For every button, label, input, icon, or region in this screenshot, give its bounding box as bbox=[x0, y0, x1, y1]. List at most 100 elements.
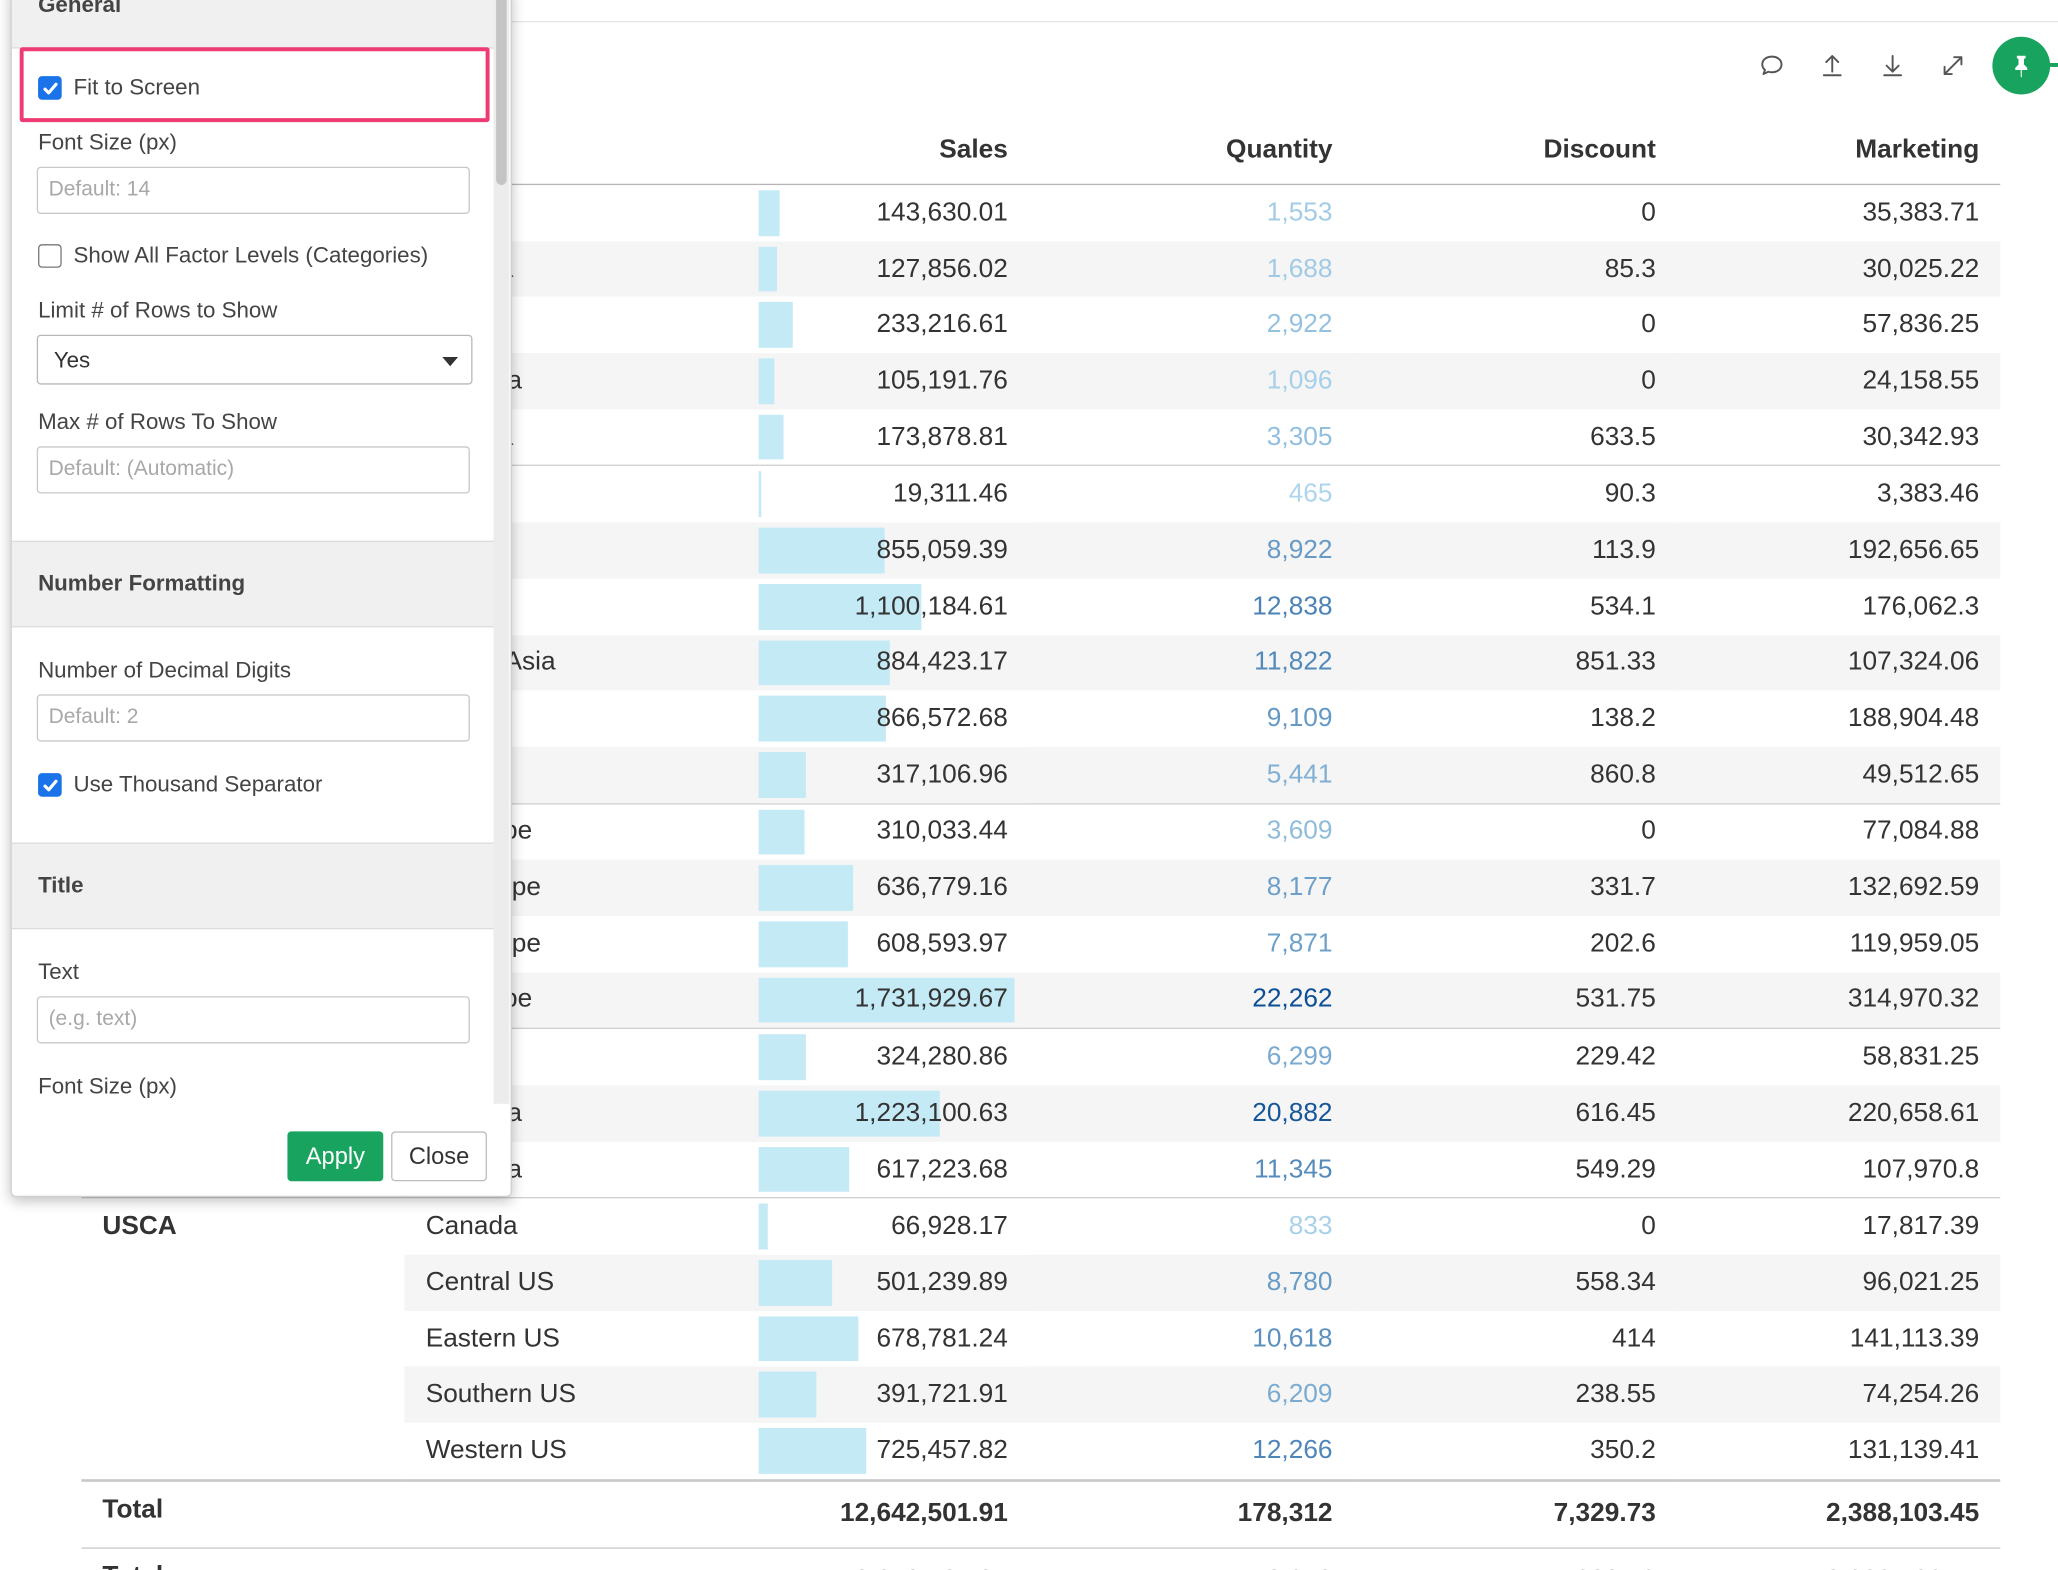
subregion-cell: Central US bbox=[404, 1254, 759, 1311]
sales-bar bbox=[758, 1204, 769, 1250]
subregion-cell: Eastern US bbox=[425, 1323, 560, 1353]
sales-value: 391,721.91 bbox=[876, 1379, 1008, 1409]
discount-cell: 549.29 bbox=[1575, 1154, 1656, 1184]
sales-value: 19,311.46 bbox=[893, 479, 1008, 509]
checkbox-unchecked-icon[interactable] bbox=[38, 244, 62, 268]
expand-icon[interactable] bbox=[1927, 42, 1980, 89]
marketing-cell: 17,817.39 bbox=[1676, 1197, 2001, 1255]
sales-bar bbox=[758, 190, 780, 236]
sales-value: 617,223.68 bbox=[876, 1154, 1008, 1184]
sales-value: 1,100,184.61 bbox=[854, 591, 1008, 621]
sales-value: 317,106.96 bbox=[876, 759, 1008, 789]
checkbox-checked-icon[interactable] bbox=[38, 773, 62, 797]
thousand-separator-checkbox[interactable]: Use Thousand Separator bbox=[38, 772, 322, 798]
font-size-input[interactable] bbox=[36, 166, 470, 214]
general-section-title: General bbox=[38, 0, 122, 18]
marketing-cell: 132,692.59 bbox=[1676, 860, 2001, 917]
sales-cell: 310,033.44 bbox=[758, 802, 1029, 861]
sales-cell: 127,856.02 bbox=[758, 241, 1029, 298]
discount-cell: 414 bbox=[1612, 1323, 1656, 1353]
quantity-cell: 465 bbox=[1028, 465, 1354, 523]
comment-icon[interactable] bbox=[1746, 42, 1799, 89]
sales-cell: 173,878.81 bbox=[758, 409, 1029, 466]
total-label: Total bbox=[81, 1478, 405, 1548]
sales-bar bbox=[758, 1034, 807, 1081]
sales-cell: 866,572.68 bbox=[758, 691, 1029, 747]
total-subregion-cell bbox=[404, 1547, 759, 1570]
show-all-factor-checkbox[interactable]: Show All Factor Levels (Categories) bbox=[38, 243, 428, 269]
quantity-cell: 3,609 bbox=[1028, 802, 1354, 861]
limit-rows-select[interactable]: Yes bbox=[36, 334, 473, 385]
content-scaler: n Sales Quantity Discount Marketing Afri… bbox=[0, 0, 2058, 1570]
marketing-cell: 131,139.41 bbox=[1847, 1435, 1980, 1465]
marketing-cell: 188,904.48 bbox=[1847, 703, 1980, 733]
discount-cell: 616.45 bbox=[1353, 1085, 1677, 1142]
sales-bar bbox=[758, 751, 806, 798]
general-section-header: General bbox=[11, 0, 494, 49]
sales-cell: 19,311.46 bbox=[758, 465, 1029, 523]
quantity-cell: 8,780 bbox=[1028, 1254, 1354, 1311]
top-divider bbox=[509, 21, 2058, 23]
marketing-cell: 30,342.93 bbox=[1862, 422, 1980, 451]
decimal-digits-input[interactable] bbox=[36, 694, 470, 742]
quantity-cell: 8,922 bbox=[1028, 522, 1354, 579]
fit-to-screen-checkbox[interactable]: Fit to Screen bbox=[38, 75, 200, 101]
title-font-size-label: Font Size (px) bbox=[38, 1073, 177, 1099]
panel-scrollbar[interactable] bbox=[493, 0, 510, 1104]
marketing-cell: 30,025.22 bbox=[1676, 241, 2001, 298]
sales-value: 105,191.76 bbox=[876, 366, 1008, 395]
header-discount[interactable]: Discount bbox=[1353, 115, 1677, 186]
close-button[interactable]: Close bbox=[391, 1131, 487, 1182]
sales-bar bbox=[758, 1146, 850, 1193]
number-formatting-title: Number Formatting bbox=[38, 570, 246, 596]
quantity-cell: 1,096 bbox=[1028, 353, 1354, 410]
sales-value: 127,856.02 bbox=[876, 254, 1008, 283]
sales-value: 66,928.17 bbox=[891, 1211, 1008, 1241]
max-rows-input[interactable] bbox=[36, 446, 470, 494]
subregion-cell: Canada bbox=[404, 1197, 759, 1255]
quantity-cell: 1,553 bbox=[1266, 197, 1333, 227]
page: n Sales Quantity Discount Marketing Afri… bbox=[0, 0, 2058, 1570]
discount-cell: 0 bbox=[1353, 802, 1677, 861]
discount-cell: 85.3 bbox=[1353, 241, 1677, 298]
discount-cell: 0 bbox=[1353, 353, 1677, 410]
marketing-cell: 35,383.71 bbox=[1862, 197, 1980, 227]
quantity-cell: 10,618 bbox=[1252, 1323, 1333, 1353]
upload-icon[interactable] bbox=[1806, 42, 1859, 89]
sales-bar bbox=[758, 921, 849, 967]
table-row[interactable]: USCA Canada 66,928.17 833 0 17,817.39 bbox=[81, 1197, 2001, 1481]
checkbox-checked-icon[interactable] bbox=[38, 76, 62, 100]
sales-cell: 1,100,184.61 bbox=[758, 579, 1029, 635]
apply-button[interactable]: Apply bbox=[287, 1131, 384, 1182]
pin-connector bbox=[2047, 63, 2058, 67]
sales-bar bbox=[758, 358, 775, 404]
sales-cell: 66,928.17 bbox=[758, 1197, 1029, 1255]
total-row[interactable]: Total 12,642,501.91178,3127,329.732,388,1… bbox=[81, 1478, 2001, 1548]
sales-value: 310,033.44 bbox=[876, 816, 1008, 846]
sales-bar bbox=[758, 809, 805, 855]
marketing-cell: 77,084.88 bbox=[1676, 802, 2001, 861]
quantity-cell: 20,882 bbox=[1028, 1085, 1354, 1142]
quantity-cell: 5,441 bbox=[1028, 746, 1354, 804]
total-quantity: 178,312 bbox=[1028, 1547, 1354, 1570]
title-text-label: Text bbox=[38, 959, 79, 985]
total-row[interactable]: Total 12,642,501.91178,3127,329.732,388,1… bbox=[81, 1547, 2001, 1570]
discount-cell: 0 bbox=[1641, 310, 1656, 339]
header-marketing[interactable]: Marketing bbox=[1676, 115, 2001, 186]
header-sales[interactable]: Sales bbox=[758, 115, 1029, 186]
sales-cell: 725,457.82 bbox=[758, 1423, 1029, 1480]
sales-cell: 1,223,100.63 bbox=[758, 1085, 1029, 1142]
header-quantity[interactable]: Quantity bbox=[1028, 115, 1354, 186]
download-icon[interactable] bbox=[1866, 42, 1919, 89]
quantity-cell: 6,209 bbox=[1028, 1366, 1354, 1423]
pin-icon[interactable] bbox=[1992, 36, 2051, 95]
discount-cell: 202.6 bbox=[1590, 928, 1656, 958]
quantity-cell: 12,838 bbox=[1252, 591, 1333, 621]
scrollbar-thumb[interactable] bbox=[496, 0, 507, 186]
total-sales: 12,642,501.91 bbox=[758, 1547, 1029, 1570]
title-text-input[interactable] bbox=[36, 996, 470, 1044]
sales-bar bbox=[758, 246, 778, 292]
sales-bar bbox=[758, 1372, 817, 1418]
quantity-cell: 11,345 bbox=[1254, 1154, 1333, 1184]
fit-to-screen-label: Fit to Screen bbox=[73, 74, 200, 100]
